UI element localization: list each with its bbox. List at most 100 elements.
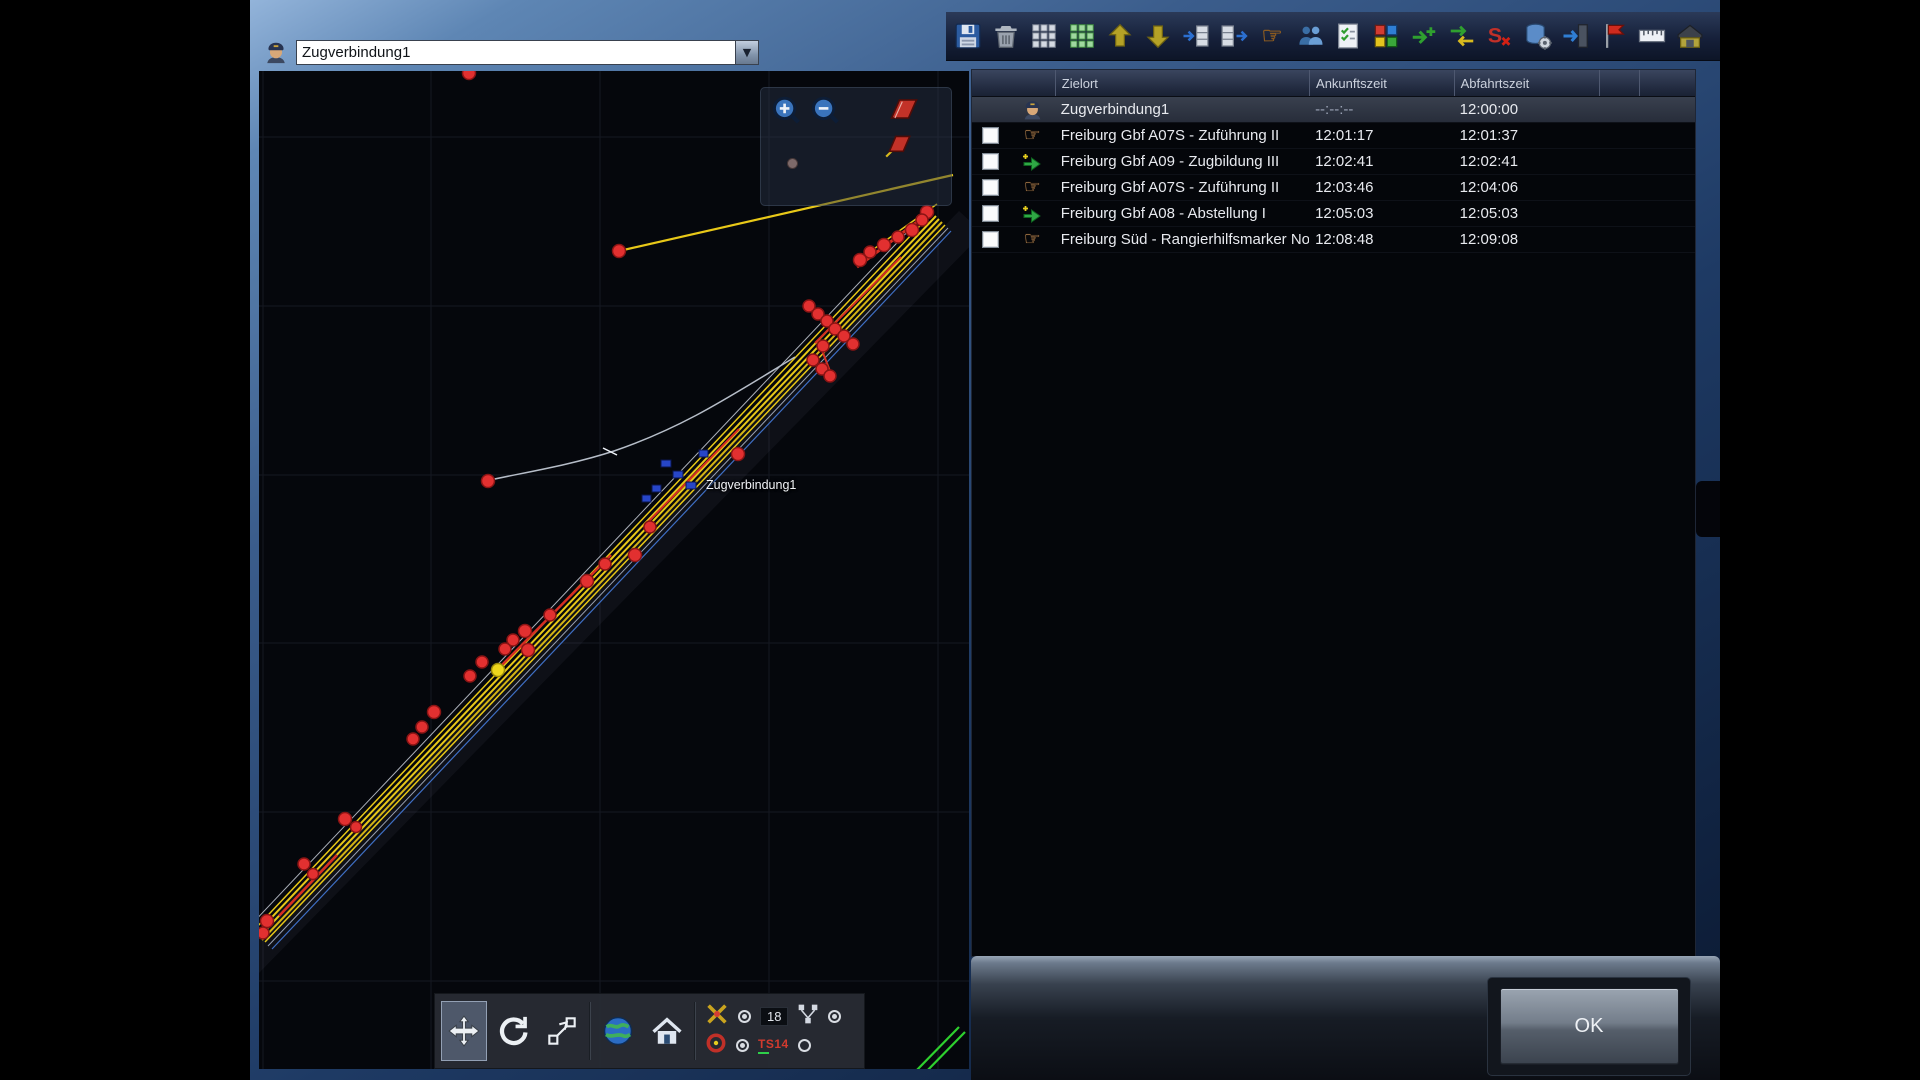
globe-icon[interactable] xyxy=(596,1002,640,1060)
map-train-label: Zugverbindung1 xyxy=(706,478,796,492)
option-radio[interactable] xyxy=(828,1010,841,1023)
row-abfahrtszeit: 12:02:41 xyxy=(1454,149,1600,174)
route-arrow-icon xyxy=(1020,202,1044,226)
row-zielort: Freiburg Gbf A08 - Abstellung I xyxy=(1055,201,1309,226)
track-segment-icon[interactable] xyxy=(887,94,921,127)
header-extra-2[interactable] xyxy=(1639,70,1695,96)
header-extra-1[interactable] xyxy=(1599,70,1639,96)
table-row[interactable]: Freiburg Gbf A08 - Abstellung I12:05:031… xyxy=(972,201,1695,227)
home-view-icon[interactable] xyxy=(645,1002,689,1060)
svg-text:☞: ☞ xyxy=(1261,22,1282,50)
save-icon[interactable] xyxy=(950,16,985,56)
insert-before-icon[interactable] xyxy=(1178,16,1213,56)
option-radio[interactable] xyxy=(798,1039,811,1052)
train-combobox-value: Zugverbindung1 xyxy=(297,44,735,61)
zoom-out-icon[interactable] xyxy=(808,94,844,130)
row-icon-cell: ☞ xyxy=(1010,123,1055,148)
loop-icon[interactable] xyxy=(705,1032,727,1059)
add-route-icon[interactable] xyxy=(1406,16,1441,56)
row-zielort: Zugverbindung1 xyxy=(1055,97,1309,122)
row-checkbox-cell xyxy=(972,175,1010,200)
row-icon-cell xyxy=(1010,201,1055,226)
row-checkbox[interactable] xyxy=(982,205,999,222)
driver-icon xyxy=(1020,97,1045,122)
checklist-icon[interactable] xyxy=(1330,16,1365,56)
ts-label: TS14 xyxy=(758,1037,789,1054)
delete-icon[interactable] xyxy=(988,16,1023,56)
grid-large-icon[interactable] xyxy=(1064,16,1099,56)
grid-small-icon[interactable] xyxy=(1026,16,1061,56)
row-abfahrtszeit: 12:05:03 xyxy=(1454,201,1600,226)
hand-icon[interactable]: ☞ xyxy=(1254,16,1289,56)
schedule-table: Zielort Ankunftszeit Abfahrtszeit Zugver… xyxy=(971,69,1696,957)
zoom-in-icon[interactable] xyxy=(769,94,805,130)
row-checkbox[interactable] xyxy=(982,231,999,248)
rotate-tool-icon[interactable] xyxy=(491,1002,535,1060)
move-down-icon[interactable] xyxy=(1140,16,1175,56)
row-abfahrtszeit: 12:01:37 xyxy=(1454,123,1600,148)
combobox-dropdown-button[interactable]: ▼ xyxy=(735,41,758,64)
row-ankunftszeit: 12:01:17 xyxy=(1309,123,1454,148)
row-checkbox-cell xyxy=(972,123,1010,148)
row-icon-cell xyxy=(1010,149,1055,174)
table-row[interactable]: ☞Freiburg Gbf A07S - Zuführung II12:03:4… xyxy=(972,175,1695,201)
passengers-icon[interactable] xyxy=(1292,16,1327,56)
option-radio[interactable] xyxy=(738,1010,751,1023)
table-header: Zielort Ankunftszeit Abfahrtszeit xyxy=(972,70,1695,97)
ok-button[interactable]: OK xyxy=(1500,988,1679,1065)
row-checkbox-cell xyxy=(972,97,1010,122)
database-settings-icon[interactable] xyxy=(1520,16,1555,56)
pan-tool-icon[interactable] xyxy=(442,1002,486,1060)
row-checkbox[interactable] xyxy=(982,127,999,144)
route-arrow-icon xyxy=(1020,150,1044,174)
depot-icon[interactable] xyxy=(1672,16,1707,56)
header-abfahrtszeit[interactable]: Abfahrtszeit xyxy=(1454,70,1600,96)
row-zielort: Freiburg Gbf A07S - Zuführung II xyxy=(1055,123,1309,148)
ok-button-frame: OK xyxy=(1488,978,1690,1075)
table-row[interactable]: Zugverbindung1--:--:--12:00:00 xyxy=(972,97,1695,123)
table-row[interactable]: ☞ Freiburg Gbf A07S - Zuführung II12:01:1… xyxy=(972,123,1695,149)
merge-route-icon[interactable] xyxy=(1444,16,1479,56)
track-map[interactable]: Zugverbindung1 xyxy=(259,71,969,1069)
train-combobox[interactable]: Zugverbindung1 ▼ xyxy=(296,40,759,65)
display-options-group: 18 xyxy=(705,1004,841,1059)
row-checkbox-cell xyxy=(972,201,1010,226)
crossing-icon[interactable] xyxy=(705,1002,729,1031)
option-radio[interactable] xyxy=(736,1039,749,1052)
overlay-marker-dot xyxy=(787,158,798,169)
import-icon[interactable] xyxy=(1558,16,1593,56)
main-toolbar: ☞S xyxy=(946,12,1720,61)
row-ankunftszeit: --:--:-- xyxy=(1309,97,1454,122)
toolbar-separator xyxy=(694,1002,696,1060)
hand-icon: ☞ xyxy=(1024,126,1041,145)
row-checkbox-cell xyxy=(972,227,1010,252)
header-icon-column[interactable] xyxy=(972,70,1055,96)
track-edit-icon[interactable] xyxy=(883,132,915,163)
row-abfahrtszeit: 12:04:06 xyxy=(1454,175,1600,200)
hand-icon: ☞ xyxy=(1024,230,1041,249)
flag-icon[interactable] xyxy=(1596,16,1631,56)
modules-icon[interactable] xyxy=(1368,16,1403,56)
header-ankunftszeit[interactable]: Ankunftszeit xyxy=(1309,70,1454,96)
table-row[interactable]: ☞Freiburg Süd - Rangierhilfsmarker No12:… xyxy=(972,227,1695,253)
driver-icon xyxy=(262,38,290,66)
screen: Zugverbindung1 ▼ xyxy=(0,0,1920,1080)
junction-icon[interactable] xyxy=(797,1003,819,1030)
row-icon-cell: ☞ xyxy=(1010,227,1055,252)
svg-text:S: S xyxy=(1487,23,1501,47)
move-node-tool-icon[interactable] xyxy=(540,1002,584,1060)
row-icon-cell xyxy=(1010,97,1055,122)
timetable-editor-window: Zugverbindung1 ▼ xyxy=(250,0,1720,1080)
remove-route-icon[interactable]: S xyxy=(1482,16,1517,56)
insert-after-icon[interactable] xyxy=(1216,16,1251,56)
row-abfahrtszeit: 12:00:00 xyxy=(1454,97,1600,122)
row-checkbox[interactable] xyxy=(982,153,999,170)
ruler-icon[interactable] xyxy=(1634,16,1669,56)
row-checkbox[interactable] xyxy=(982,179,999,196)
table-body: Zugverbindung1--:--:--12:00:00☞Freiburg … xyxy=(972,97,1695,956)
table-row[interactable]: Freiburg Gbf A09 - Zugbildung III12:02:4… xyxy=(972,149,1695,175)
header-zielort[interactable]: Zielort xyxy=(1055,70,1309,96)
train-select-row: Zugverbindung1 ▼ xyxy=(262,38,759,66)
side-tab[interactable] xyxy=(1696,481,1720,537)
move-up-icon[interactable] xyxy=(1102,16,1137,56)
